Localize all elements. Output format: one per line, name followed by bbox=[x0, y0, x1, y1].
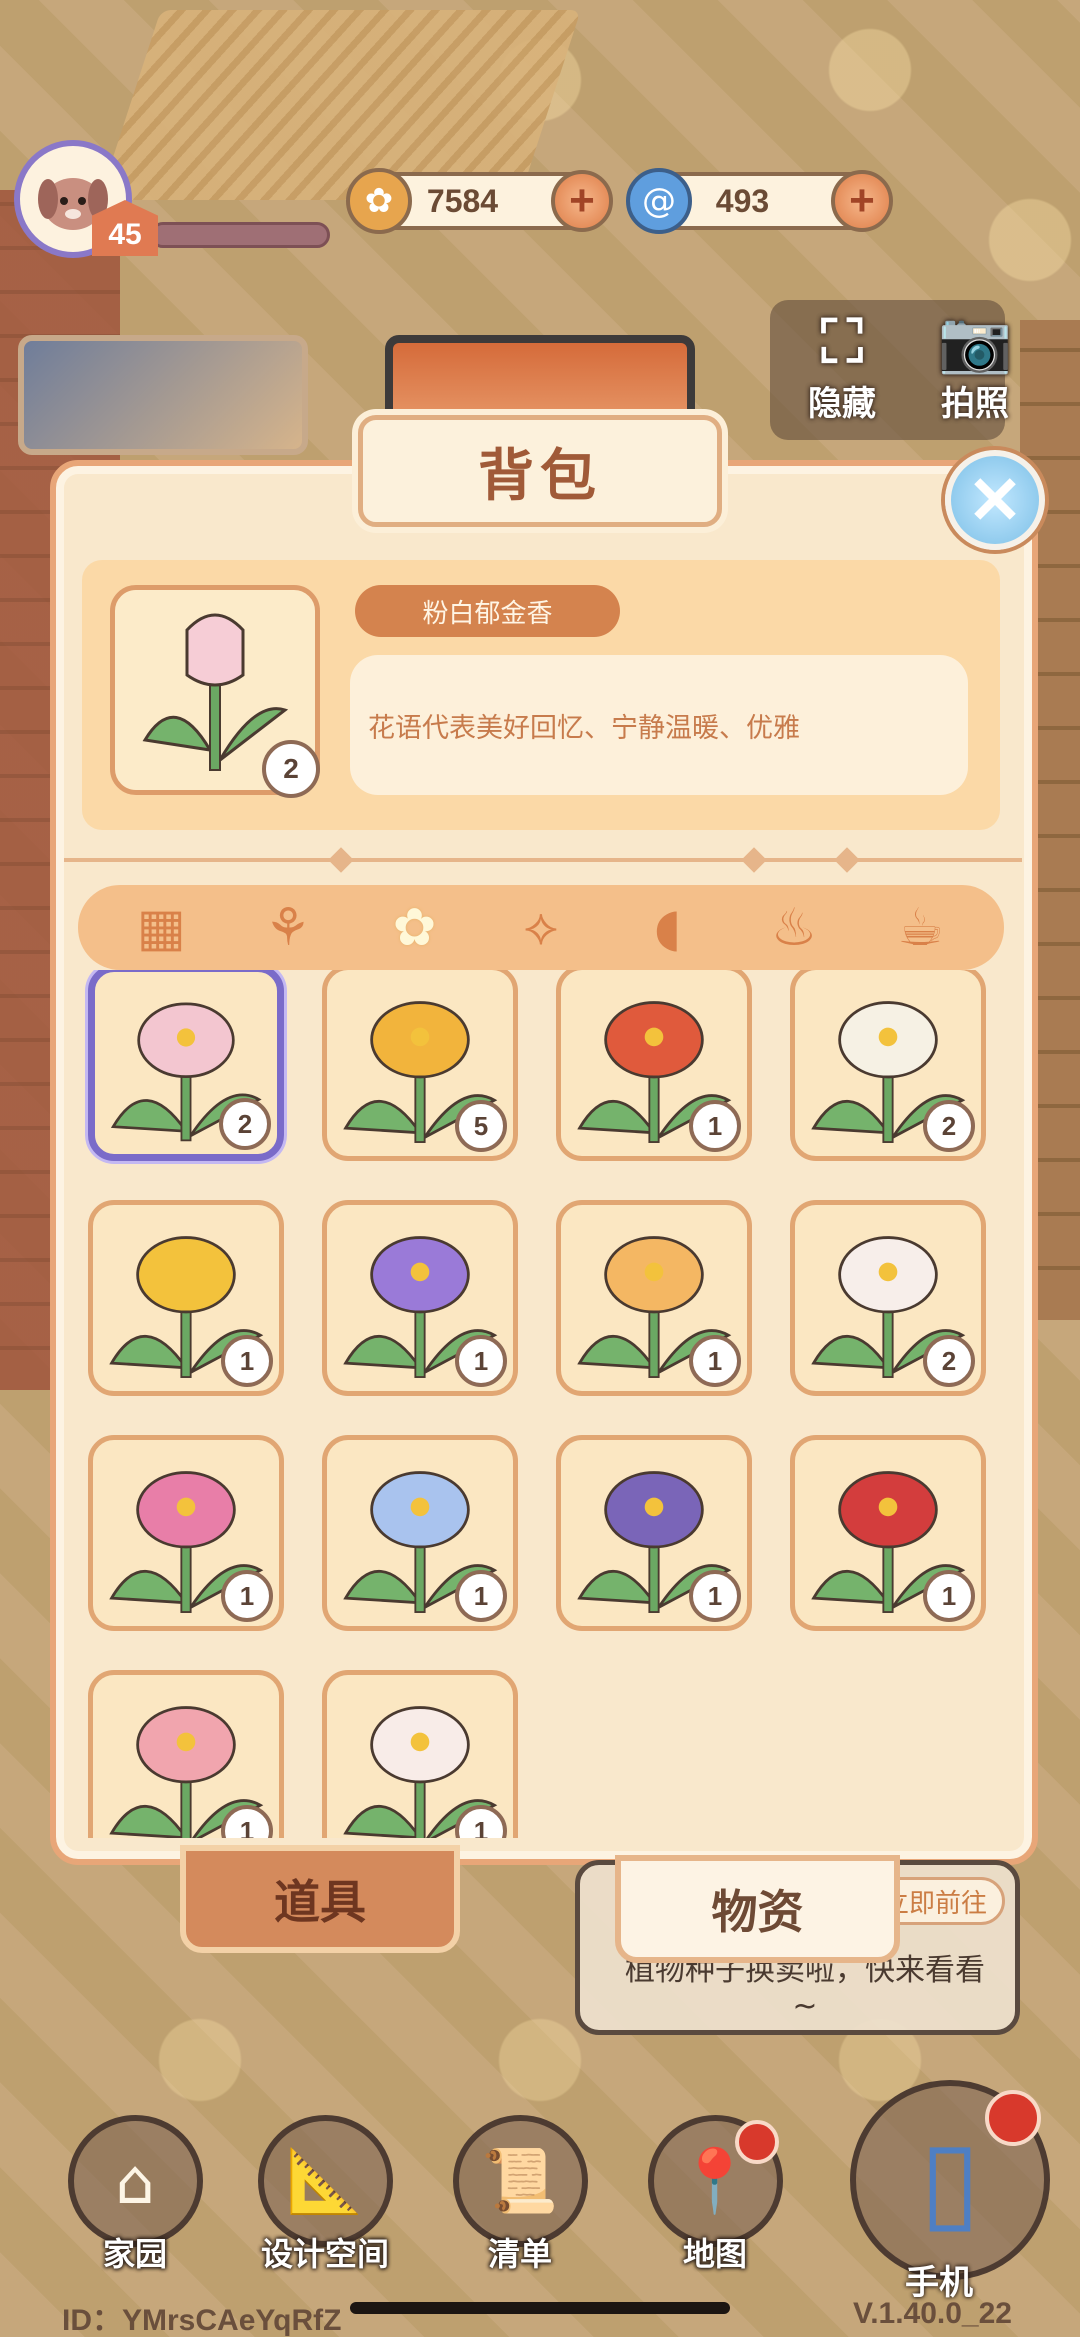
item-count: 1 bbox=[221, 1570, 273, 1622]
item-count: 2 bbox=[923, 1100, 975, 1152]
inventory-item[interactable]: 2 bbox=[88, 970, 284, 1161]
inventory-item[interactable]: 1 bbox=[88, 1670, 284, 1838]
tab-materials[interactable]: 物资 bbox=[615, 1855, 900, 1963]
swirl-gem-icon: @ bbox=[626, 168, 692, 234]
nav-list[interactable]: 📜 清单 bbox=[445, 2115, 595, 2275]
map-notification-dot bbox=[735, 2120, 779, 2164]
inventory-item[interactable]: 1 bbox=[322, 1670, 518, 1838]
add-coins-button[interactable]: + bbox=[551, 170, 613, 232]
item-count: 1 bbox=[689, 1335, 741, 1387]
nav-design-label: 设计空间 bbox=[260, 2235, 389, 2273]
teacup-icon[interactable]: ☕ bbox=[881, 893, 961, 963]
inventory-item[interactable]: 1 bbox=[88, 1200, 284, 1396]
panel-title: 背包 bbox=[358, 415, 722, 527]
item-count: 1 bbox=[455, 1335, 507, 1387]
add-gems-button[interactable]: + bbox=[831, 170, 893, 232]
house-icon: ⌂ bbox=[67, 2115, 203, 2247]
coin-counter: ✿ 7584 + bbox=[346, 168, 613, 234]
coin-icon: ✿ bbox=[346, 168, 412, 234]
scroll-icon: 📜 bbox=[452, 2115, 588, 2247]
phone-notification-dot bbox=[985, 2090, 1041, 2146]
phone-icon: ▯ bbox=[919, 2116, 981, 2244]
notice-line-2: ~ bbox=[792, 1989, 818, 2024]
fish-icon[interactable]: ⟡ bbox=[501, 893, 581, 963]
item-name-label: 粉白郁金香 bbox=[355, 585, 620, 637]
xp-bar bbox=[150, 222, 330, 248]
item-grid: 25121112111111 bbox=[78, 970, 1004, 1838]
item-count: 1 bbox=[689, 1570, 741, 1622]
focus-frame-icon: ⛶ bbox=[821, 307, 863, 377]
inventory-item[interactable]: 1 bbox=[322, 1200, 518, 1396]
inventory-item[interactable]: 2 bbox=[790, 970, 986, 1161]
item-count: 1 bbox=[221, 1335, 273, 1387]
item-count: 2 bbox=[923, 1335, 975, 1387]
home-indicator[interactable] bbox=[350, 2302, 730, 2314]
inventory-item[interactable]: 1 bbox=[88, 1435, 284, 1631]
bowl-icon[interactable]: ♨ bbox=[754, 893, 834, 963]
close-button[interactable]: ✕ bbox=[945, 450, 1045, 550]
version-label: V.1.40.0_22 bbox=[852, 2297, 1012, 2330]
item-count: 5 bbox=[455, 1100, 507, 1152]
photo-label: 拍照 bbox=[941, 384, 1009, 424]
item-count: 1 bbox=[689, 1100, 741, 1152]
inventory-item[interactable]: 1 bbox=[556, 970, 752, 1161]
player-id: ID：YMrsCAeYqRfZ bbox=[62, 2304, 342, 2337]
inventory-item[interactable]: 5 bbox=[322, 970, 518, 1161]
inventory-item[interactable]: 1 bbox=[556, 1200, 752, 1396]
inventory-item[interactable]: 1 bbox=[790, 1435, 986, 1631]
drumstick-icon[interactable]: ◖ bbox=[628, 893, 708, 963]
hide-ui-label: 隐藏 bbox=[808, 384, 876, 424]
seedling-icon[interactable]: ⚘ bbox=[248, 893, 328, 963]
category-tabs: ▦ ⚘ ✿ ⟡ ◖ ♨ ☕ bbox=[78, 885, 1004, 970]
item-count: 1 bbox=[923, 1570, 975, 1622]
tab-tools[interactable]: 道具 bbox=[180, 1845, 460, 1953]
flower-icon[interactable]: ✿ bbox=[374, 893, 454, 963]
divider bbox=[64, 858, 1022, 862]
nav-map-label: 地图 bbox=[682, 2235, 747, 2273]
nav-home[interactable]: ⌂ 家园 bbox=[60, 2115, 210, 2275]
gem-counter: @ 493 + bbox=[626, 168, 893, 234]
photo-button[interactable]: 📷 拍照 bbox=[915, 305, 1035, 425]
hide-ui-button[interactable]: ⛶ 隐藏 bbox=[782, 305, 902, 425]
inventory-item[interactable]: 1 bbox=[322, 1435, 518, 1631]
close-icon: ✕ bbox=[967, 462, 1023, 537]
ruler-icon: 📐 bbox=[257, 2115, 393, 2247]
inventory-item[interactable]: 2 bbox=[790, 1200, 986, 1396]
camera-icon: 📷 bbox=[937, 307, 1013, 377]
nav-home-label: 家园 bbox=[102, 2235, 167, 2273]
item-description-text: 花语代表美好回忆、宁静温暖、优雅 bbox=[368, 712, 800, 744]
item-description: 花语代表美好回忆、宁静温暖、优雅 bbox=[350, 655, 968, 795]
nav-list-label: 清单 bbox=[487, 2235, 552, 2273]
inventory-item[interactable]: 1 bbox=[556, 1435, 752, 1631]
item-count: 2 bbox=[219, 1098, 271, 1150]
grid-icon[interactable]: ▦ bbox=[121, 893, 201, 963]
event-banner[interactable] bbox=[18, 335, 308, 455]
nav-design[interactable]: 📐 设计空间 bbox=[250, 2115, 400, 2275]
item-count: 1 bbox=[455, 1570, 507, 1622]
selected-item-count: 2 bbox=[262, 740, 320, 798]
